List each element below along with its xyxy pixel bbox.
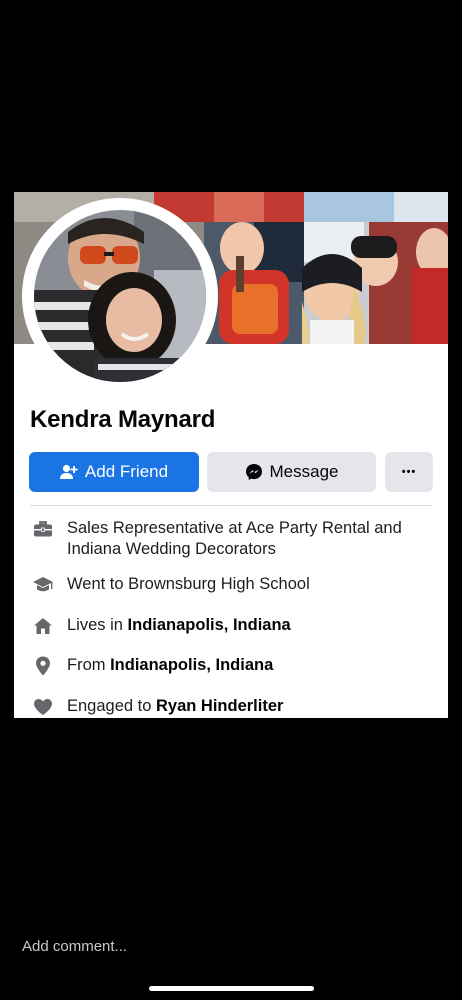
from-place-link[interactable]: Indianapolis, Indiana: [110, 656, 273, 674]
lives-place-link[interactable]: Indianapolis, Indiana: [128, 616, 291, 634]
location-pin-icon: [30, 655, 56, 676]
add-friend-label: Add Friend: [84, 462, 169, 481]
relationship-person-link[interactable]: Ryan Hinderliter: [156, 697, 283, 715]
lives-prefix: Lives in: [67, 616, 128, 634]
message-button[interactable]: Message: [207, 452, 376, 492]
avatar-frame[interactable]: [22, 198, 218, 394]
info-relationship: Engaged to Ryan Hinderliter: [30, 696, 440, 717]
info-from: From Indianapolis, Indiana: [30, 655, 440, 676]
info-education: Went to Brownsburg High School: [30, 574, 440, 595]
info-from-text: From Indianapolis, Indiana: [67, 655, 273, 676]
profile-card: Kendra Maynard Add Friend Message ••• Sa…: [14, 192, 448, 718]
info-work: Sales Representative at Ace Party Rental…: [30, 518, 440, 560]
section-divider: [30, 505, 432, 506]
heart-icon: [30, 696, 56, 717]
messenger-icon: [245, 463, 263, 481]
profile-name: Kendra Maynard: [30, 406, 216, 433]
info-relationship-text: Engaged to Ryan Hinderliter: [67, 696, 283, 717]
graduation-cap-icon: [30, 574, 56, 595]
avatar[interactable]: [34, 210, 206, 382]
add-person-icon: [59, 464, 78, 480]
more-options-button[interactable]: •••: [385, 452, 433, 492]
from-prefix: From: [67, 656, 111, 674]
home-indicator[interactable]: [149, 986, 314, 991]
info-education-text: Went to Brownsburg High School: [67, 575, 310, 593]
info-lives-text: Lives in Indianapolis, Indiana: [67, 615, 291, 636]
message-label: Message: [269, 462, 339, 481]
add-friend-button[interactable]: Add Friend: [29, 452, 199, 492]
add-comment-input[interactable]: Add comment...: [22, 938, 127, 955]
avatar-image: [34, 210, 206, 382]
info-lives: Lives in Indianapolis, Indiana: [30, 615, 440, 636]
more-label: •••: [401, 466, 417, 478]
relationship-prefix: Engaged to: [67, 697, 156, 715]
home-icon: [30, 615, 56, 636]
briefcase-icon: [30, 518, 56, 539]
info-work-text: Sales Representative at Ace Party Rental…: [67, 519, 402, 558]
